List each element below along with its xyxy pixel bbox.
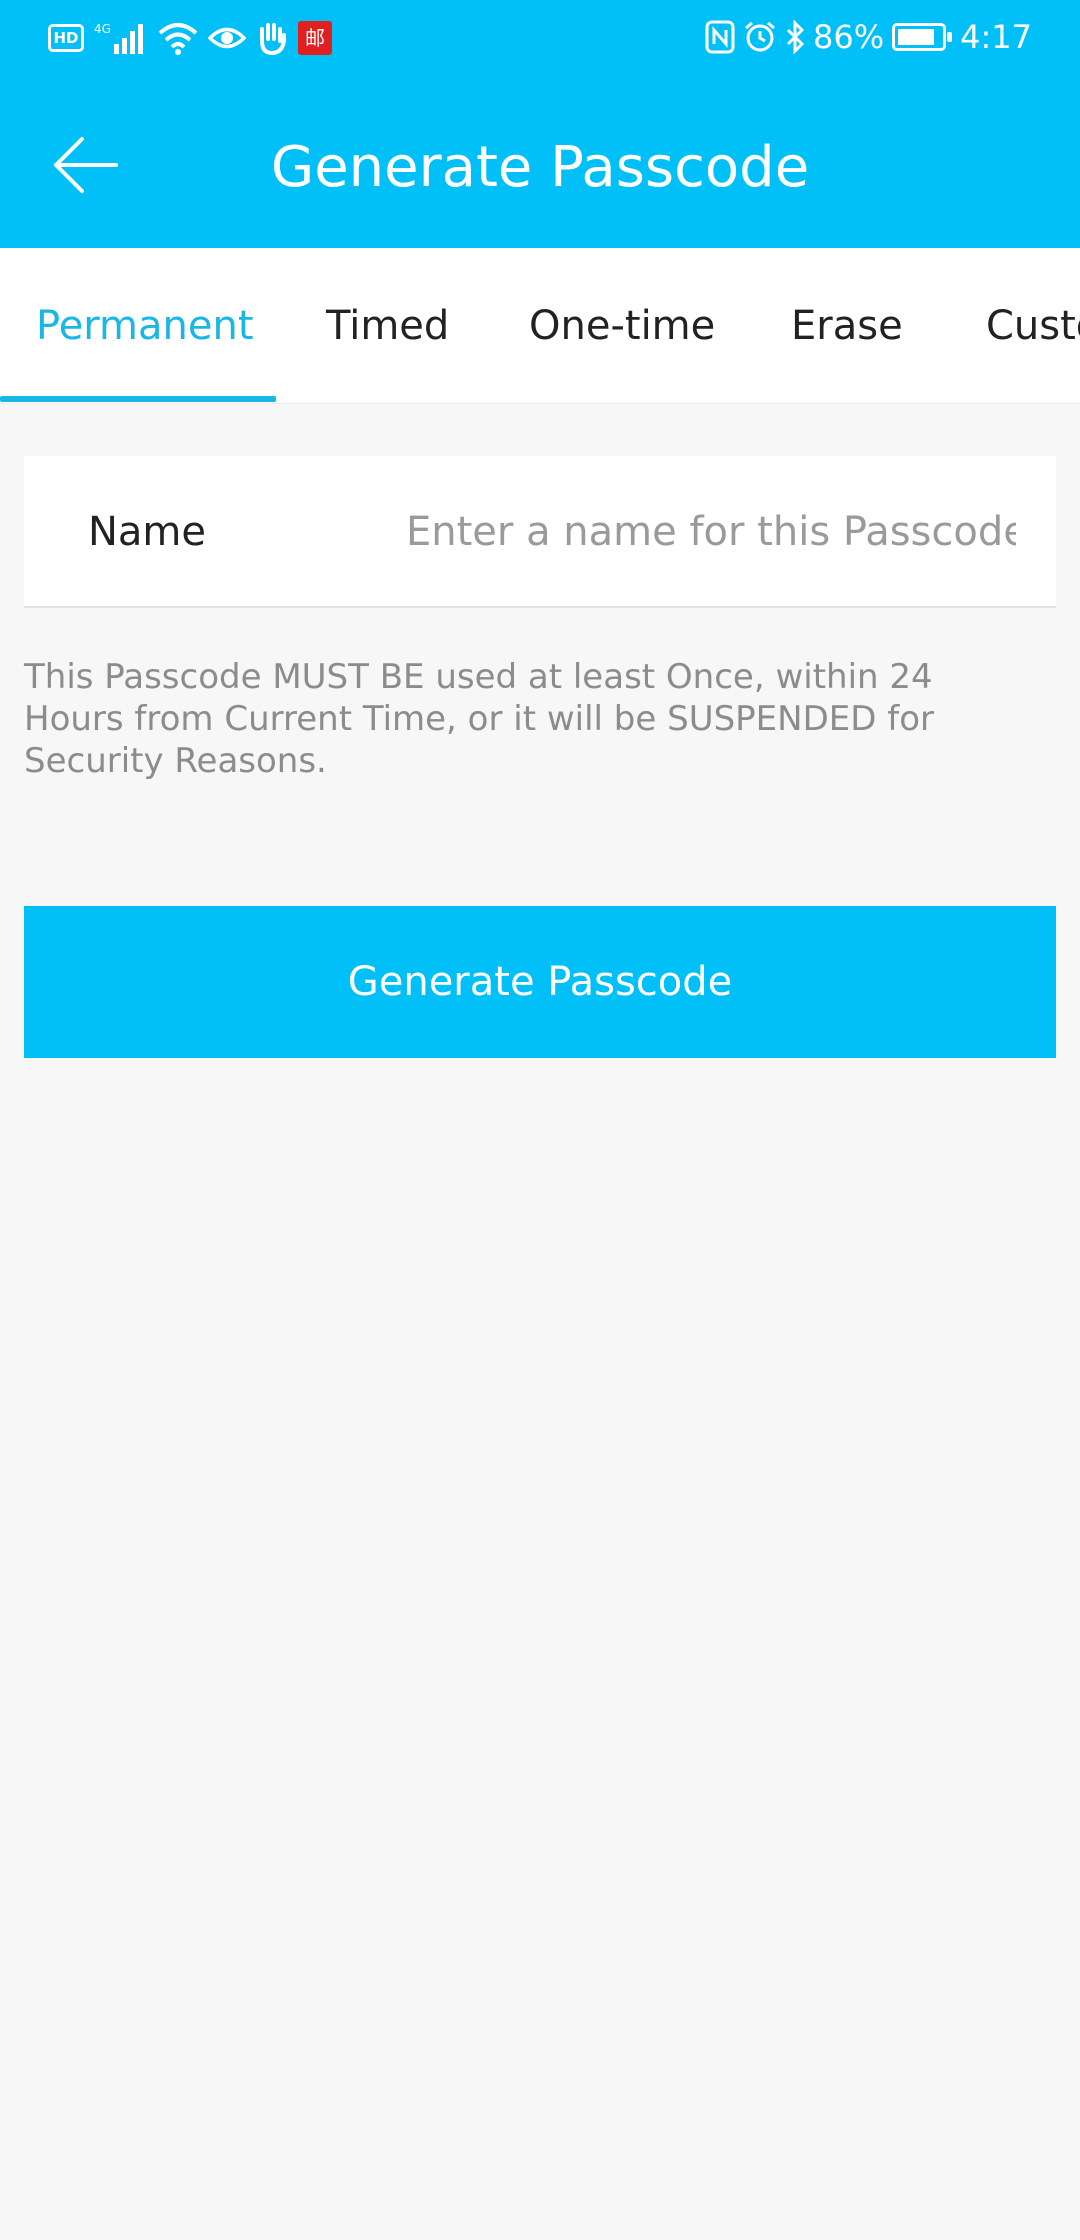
- wifi-icon: [158, 21, 198, 55]
- signal-type-label: 4G: [94, 22, 111, 36]
- generate-passcode-button[interactable]: Generate Passcode: [24, 906, 1056, 1058]
- tab-timed[interactable]: Timed: [326, 248, 449, 403]
- name-label: Name: [88, 509, 207, 555]
- app-notification-icon: 邮: [298, 21, 332, 55]
- hand-icon: [256, 21, 288, 55]
- status-left-icons: HD 4G 邮: [48, 20, 332, 56]
- eye-icon: [208, 23, 246, 53]
- tab-one-time[interactable]: One-time: [529, 248, 715, 403]
- battery-level-fill: [898, 29, 935, 45]
- clock-time: 4:17: [960, 18, 1032, 56]
- security-notice: This Passcode MUST BE used at least Once…: [24, 657, 934, 781]
- cellular-4g-icon: 4G: [94, 20, 148, 56]
- alarm-icon: [743, 20, 777, 54]
- tab-permanent[interactable]: Permanent: [36, 248, 254, 403]
- hd-icon: HD: [48, 24, 84, 52]
- passcode-type-tabs: Permanent Timed One-time Erase Custom: [0, 248, 1080, 404]
- page-title: Generate Passcode: [270, 135, 810, 200]
- tab-erase[interactable]: Erase: [791, 248, 903, 403]
- status-bar: HD 4G 邮 86% 4:17: [0, 0, 1080, 82]
- active-tab-indicator: [0, 396, 276, 402]
- status-right-icons: 86% 4:17: [705, 18, 1032, 56]
- name-input[interactable]: [404, 496, 1034, 568]
- battery-percent: 86%: [813, 18, 885, 56]
- nfc-icon: [705, 20, 735, 54]
- name-field-row: Name: [24, 456, 1056, 608]
- app-header: HD 4G 邮 86% 4:17 Generate Passcode: [0, 0, 1080, 248]
- battery-icon: [892, 23, 953, 51]
- tab-custom[interactable]: Custom: [986, 248, 1080, 403]
- bluetooth-icon: [785, 20, 805, 54]
